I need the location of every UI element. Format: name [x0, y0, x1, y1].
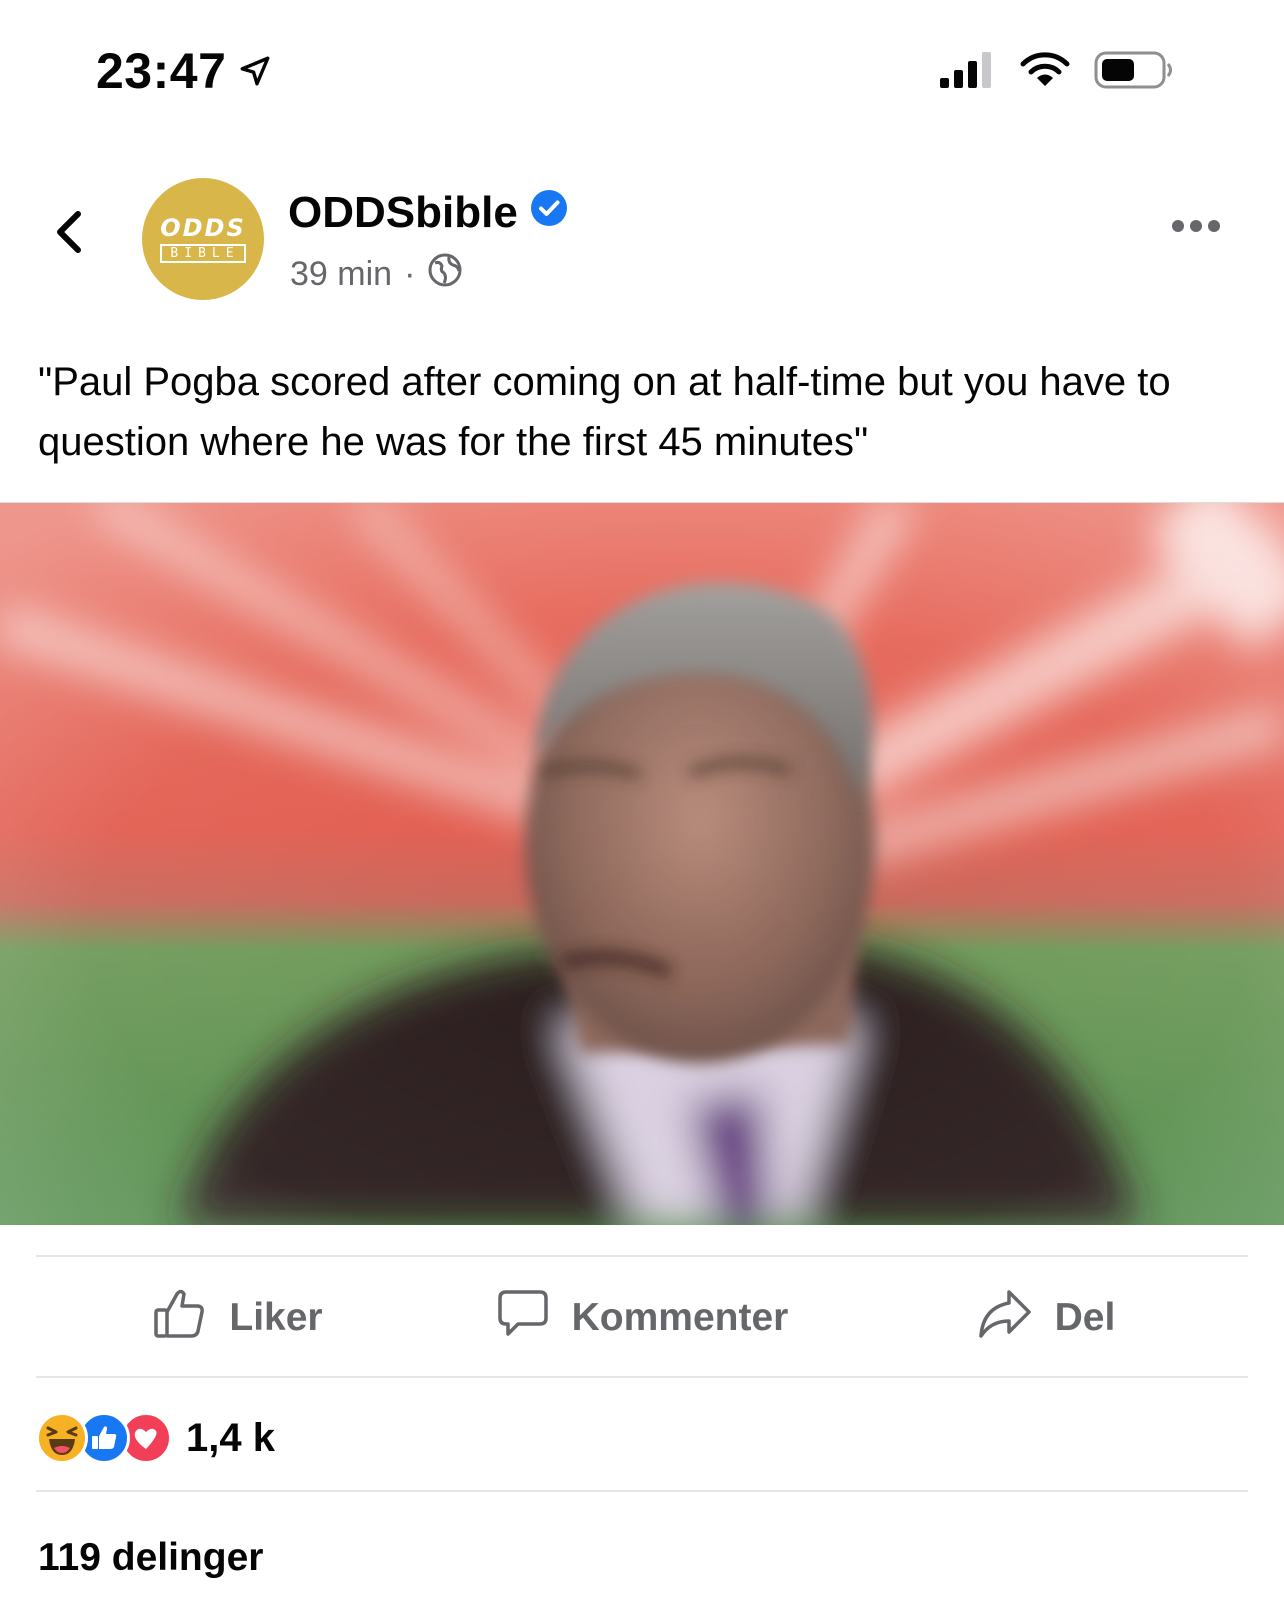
action-bar: Liker Kommenter Del	[36, 1260, 1248, 1376]
page-name[interactable]: ODDSbible	[288, 188, 518, 238]
haha-reaction-icon	[36, 1412, 88, 1464]
signal-icon	[940, 52, 996, 93]
location-arrow-icon	[238, 42, 272, 100]
reactions-summary[interactable]: 1,4 k	[36, 1412, 275, 1464]
reactions-divider	[36, 1490, 1248, 1492]
chevron-left-icon	[57, 211, 81, 253]
page-avatar[interactable]: ODDS BIBLE	[142, 178, 264, 300]
status-time: 23:47	[96, 43, 227, 99]
action-divider-bottom	[36, 1376, 1248, 1378]
comment-label: Kommenter	[571, 1296, 789, 1339]
status-bar: 23:47	[0, 0, 1284, 140]
reaction-count: 1,4 k	[186, 1415, 275, 1460]
more-options-button[interactable]	[1172, 220, 1220, 232]
share-label: Del	[1054, 1296, 1116, 1339]
post-time[interactable]: 39 min	[290, 255, 392, 294]
share-button[interactable]: Del	[844, 1260, 1248, 1376]
verified-badge-icon	[530, 188, 568, 238]
action-divider-top	[36, 1255, 1248, 1257]
back-button[interactable]	[48, 202, 88, 262]
post-photo[interactable]	[0, 502, 1284, 1225]
avatar-logo-bottom: BIBLE	[160, 243, 246, 263]
thumbs-up-icon	[153, 1286, 207, 1350]
wifi-icon	[1020, 52, 1070, 93]
like-button[interactable]: Liker	[36, 1260, 440, 1376]
comment-bubble-icon	[496, 1286, 550, 1350]
more-dot	[1208, 220, 1220, 232]
meta-separator: ·	[404, 255, 416, 293]
post-photo-graphic	[0, 503, 1284, 1225]
share-count[interactable]: 119 delinger	[38, 1536, 263, 1580]
like-label: Liker	[229, 1296, 323, 1339]
battery-icon	[1094, 50, 1174, 95]
post-header: ODDS BIBLE ODDSbible 39 min ·	[0, 170, 1284, 300]
page-name-row: ODDSbible	[288, 188, 568, 238]
comment-button[interactable]: Kommenter	[440, 1260, 844, 1376]
status-clock: 23:47	[96, 42, 272, 100]
more-dot	[1172, 220, 1184, 232]
post-meta: 39 min ·	[290, 252, 463, 297]
status-icons	[940, 50, 1174, 95]
share-arrow-icon	[977, 1286, 1033, 1350]
globe-icon	[427, 252, 463, 297]
more-dot	[1190, 220, 1202, 232]
avatar-logo-top: ODDS	[160, 213, 246, 242]
post-text: "Paul Pogba scored after coming on at ha…	[38, 360, 1171, 464]
